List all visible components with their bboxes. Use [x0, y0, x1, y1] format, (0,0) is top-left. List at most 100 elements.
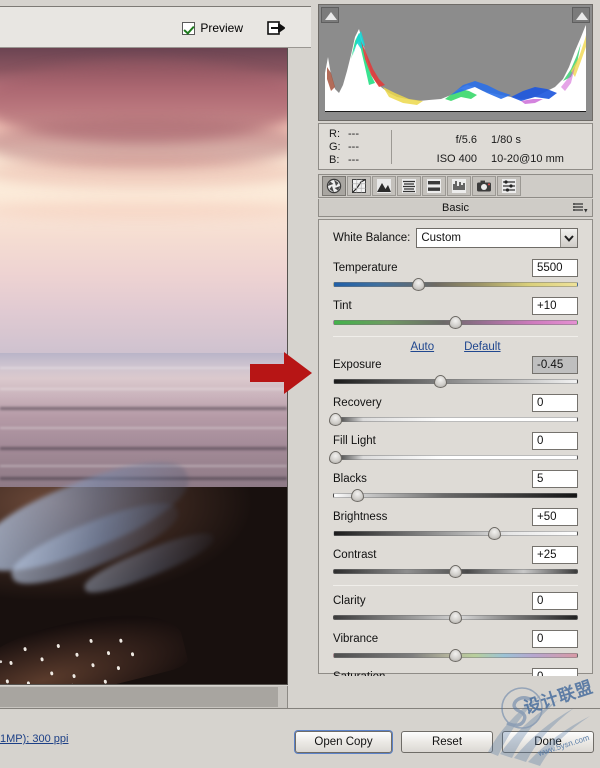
histogram[interactable]: [318, 4, 593, 121]
adjustments-panel: R: --- G: --- B: --- f/5.6 1/80 s ISO 400 1…: [311, 0, 600, 768]
slider-exposure-track[interactable]: [333, 375, 578, 388]
slider-vibrance[interactable]: Vibrance 0: [333, 628, 578, 662]
slider-recovery-track[interactable]: [328, 413, 578, 426]
section-divider: [333, 336, 578, 337]
slider-clarity[interactable]: Clarity 0: [333, 590, 578, 624]
rgb-r-key: R:: [329, 128, 340, 140]
slider-contrast-knob[interactable]: [449, 565, 462, 578]
slider-blacks[interactable]: Blacks 5: [333, 468, 578, 502]
slider-vibrance-value[interactable]: 0: [532, 629, 578, 648]
tab-hsl-grayscale[interactable]: [397, 176, 421, 196]
slider-temperature-value[interactable]: 5500: [532, 258, 578, 277]
photo-rocks: [0, 443, 287, 684]
preview-toolbar: Preview: [0, 6, 311, 48]
exif-iso: ISO 400: [436, 153, 477, 165]
page-title: Basic: [442, 201, 469, 214]
auto-default-row: Auto Default: [333, 341, 578, 353]
slider-vibrance-label: Vibrance: [333, 632, 379, 645]
status-bar: 1MP); 300 ppi: [0, 708, 311, 768]
image-preview-canvas[interactable]: [0, 48, 288, 685]
exif-values: f/5.6 1/80 s ISO 400 10-20@10 mm: [405, 131, 587, 169]
slider-recovery-knob[interactable]: [328, 413, 342, 426]
slider-fill-light[interactable]: Fill Light 0: [328, 430, 578, 464]
slider-tint[interactable]: Tint +10: [333, 295, 578, 329]
tab-tone-curve[interactable]: [347, 176, 371, 196]
panel-title-bar: Basic: [318, 199, 593, 217]
slider-blacks-knob[interactable]: [351, 489, 364, 502]
panel-menu-icon[interactable]: [572, 201, 588, 215]
fullscreen-toggle-icon[interactable]: [265, 17, 287, 39]
preview-checkbox[interactable]: [182, 21, 196, 35]
slider-exposure-knob[interactable]: [434, 375, 448, 388]
slider-blacks-track[interactable]: [333, 489, 578, 502]
chevron-down-icon[interactable]: [560, 229, 577, 247]
slider-contrast[interactable]: Contrast +25: [333, 544, 578, 578]
slider-brightness[interactable]: Brightness +50: [333, 506, 578, 540]
auto-link[interactable]: Auto: [410, 341, 434, 353]
slider-blacks-value[interactable]: 5: [532, 469, 578, 488]
slider-exposure[interactable]: Exposure -0.45: [333, 354, 578, 388]
slider-tint-knob[interactable]: [449, 316, 462, 329]
tab-presets[interactable]: [497, 176, 521, 196]
slider-temperature-knob[interactable]: [412, 278, 426, 291]
slider-recovery[interactable]: Recovery 0: [328, 392, 578, 426]
slider-brightness-track[interactable]: [333, 527, 578, 540]
exif-lens: 10-20@10 mm: [491, 153, 564, 165]
white-balance-row: White Balance: Custom: [333, 228, 578, 248]
slider-clarity-track[interactable]: [333, 611, 578, 624]
slider-contrast-track[interactable]: [333, 565, 578, 578]
white-balance-select[interactable]: Custom: [416, 228, 578, 248]
tab-basic[interactable]: [322, 176, 346, 196]
scrollbar-thumb[interactable]: [0, 687, 278, 707]
camera-icon: [477, 180, 491, 192]
slider-fill-light-knob[interactable]: [328, 451, 342, 464]
rgb-g-key: G:: [329, 141, 341, 153]
aperture-icon: [326, 178, 342, 194]
basic-panel-controls: White Balance: Custom Temperature 5500 T…: [318, 219, 593, 700]
rgb-b-key: B:: [329, 154, 340, 166]
exif-readout: R: --- G: --- B: --- f/5.6 1/80 s ISO 400 1…: [318, 123, 593, 170]
slider-tint-label: Tint: [333, 299, 352, 312]
lens-bars-icon: [452, 179, 466, 193]
slider-vibrance-knob[interactable]: [449, 649, 462, 662]
preview-horizontal-scrollbar[interactable]: [0, 686, 288, 708]
slider-clarity-knob[interactable]: [449, 611, 462, 624]
slider-tint-track[interactable]: [333, 316, 578, 329]
slider-temperature-track[interactable]: [333, 278, 578, 291]
camera-raw-window: Preview 1MP); 300 ppi R: --- G: --- B: -…: [0, 0, 600, 768]
rgb-r-value: ---: [348, 128, 359, 140]
slider-contrast-value[interactable]: +25: [532, 545, 578, 564]
red-arrow-annotation-icon: [248, 350, 314, 396]
tab-detail[interactable]: [372, 176, 396, 196]
image-size-link[interactable]: 1MP); 300 ppi: [0, 733, 68, 745]
open-copy-button[interactable]: Open Copy: [295, 731, 392, 753]
slider-fill-light-value[interactable]: 0: [532, 431, 578, 450]
section-divider: [333, 585, 578, 586]
slider-clarity-value[interactable]: 0: [532, 591, 578, 610]
slider-brightness-value[interactable]: +50: [532, 507, 578, 526]
reset-button[interactable]: Reset: [401, 731, 493, 753]
slider-recovery-value[interactable]: 0: [532, 393, 578, 412]
rgb-readout: R: --- G: --- B: ---: [329, 128, 359, 167]
tab-lens-corrections[interactable]: [447, 176, 471, 196]
tab-camera-calibration[interactable]: [472, 176, 496, 196]
default-link[interactable]: Default: [464, 341, 500, 353]
tab-split-toning[interactable]: [422, 176, 446, 196]
action-button-bar: Open Copy Reset Done: [295, 708, 600, 768]
slider-contrast-label: Contrast: [333, 548, 377, 561]
slider-exposure-value[interactable]: -0.45: [532, 355, 578, 374]
slider-brightness-knob[interactable]: [488, 527, 502, 540]
slider-vibrance-track[interactable]: [333, 649, 578, 662]
preview-checkbox-group[interactable]: Preview: [182, 21, 243, 35]
slider-clarity-label: Clarity: [333, 594, 366, 607]
highlight-clipping-warning-icon[interactable]: [572, 7, 590, 23]
slider-tint-value[interactable]: +10: [532, 296, 578, 315]
rgb-g-value: ---: [348, 141, 359, 153]
histogram-plot: [325, 15, 586, 112]
slider-fill-light-track[interactable]: [328, 451, 578, 464]
photo-cloud: [0, 156, 287, 188]
slider-temperature[interactable]: Temperature 5500: [333, 257, 578, 291]
white-balance-value: Custom: [421, 232, 461, 244]
shadow-clipping-warning-icon[interactable]: [321, 7, 339, 23]
photo-cloud: [0, 200, 287, 220]
